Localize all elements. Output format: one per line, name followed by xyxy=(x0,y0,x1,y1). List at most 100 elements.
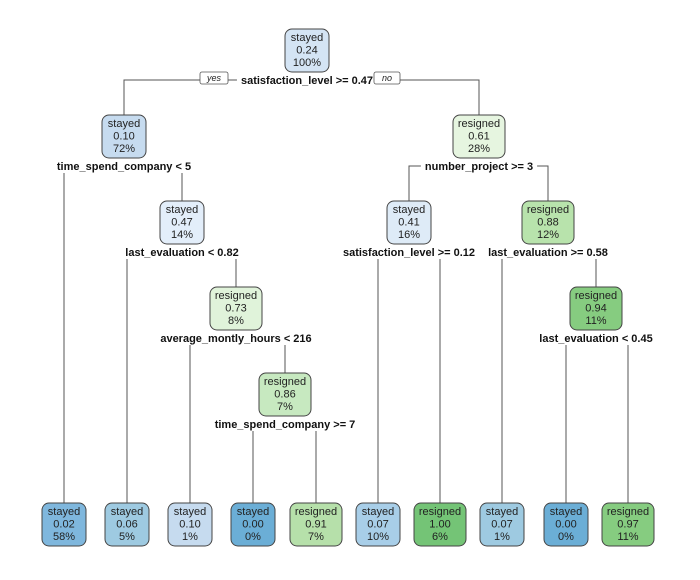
tree-node-n10: stayed0.101% xyxy=(167,502,213,547)
node-probability: 0.94 xyxy=(585,303,606,315)
tree-node-n18: stayed0.000% xyxy=(543,502,589,547)
node-probability: 0.07 xyxy=(367,519,388,531)
tree-node-n17: resigned0.9411% xyxy=(569,286,623,331)
decision-tree-diagram: satisfaction_level >= 0.47 time_spend_com… xyxy=(41,28,657,547)
node-class-label: resigned xyxy=(458,118,500,130)
node-class-label: stayed xyxy=(48,506,80,518)
tree-edges xyxy=(63,79,629,503)
edge-n7-n16 xyxy=(501,251,548,503)
node-class-label: stayed xyxy=(111,506,143,518)
edge-n6-n14 xyxy=(377,251,409,503)
tree-node-n6: stayed0.4116% xyxy=(386,200,432,245)
node-percentage: 6% xyxy=(432,531,448,543)
edge-n11-n12 xyxy=(252,423,285,503)
node-percentage: 11% xyxy=(585,315,606,327)
split-rule-n17: last_evaluation < 0.45 xyxy=(539,333,652,345)
node-percentage: 12% xyxy=(537,229,559,241)
edge-n17-n18 xyxy=(565,337,596,503)
node-probability: 0.86 xyxy=(274,389,295,401)
yes-label: yes xyxy=(199,71,229,85)
node-probability: 0.06 xyxy=(116,519,137,531)
node-percentage: 7% xyxy=(277,401,293,413)
tree-node-n1: stayed0.24100% xyxy=(284,28,330,73)
tree-node-n3: resigned0.6128% xyxy=(452,114,506,159)
edge-n11-n13 xyxy=(285,423,317,503)
node-probability: 0.47 xyxy=(171,217,192,229)
tree-node-n2: stayed0.1072% xyxy=(101,114,147,159)
node-class-label: stayed xyxy=(174,506,206,518)
yes-label-text: yes xyxy=(206,73,222,83)
node-class-label: stayed xyxy=(393,204,425,216)
split-rule-n3: number_project >= 3 xyxy=(425,161,533,173)
node-probability: 0.02 xyxy=(53,519,74,531)
split-rule-n5: last_evaluation < 0.82 xyxy=(125,247,238,259)
tree-node-n16: stayed0.071% xyxy=(479,502,525,547)
node-class-label: stayed xyxy=(166,204,198,216)
node-class-label: resigned xyxy=(419,506,461,518)
node-percentage: 11% xyxy=(617,531,638,543)
node-percentage: 7% xyxy=(308,531,324,543)
node-probability: 0.00 xyxy=(242,519,263,531)
edge-n5-n8 xyxy=(126,251,182,503)
node-probability: 0.88 xyxy=(537,217,558,229)
no-label-text: no xyxy=(382,73,392,83)
split-rule-n11: time_spend_company >= 7 xyxy=(215,419,356,431)
no-label: no xyxy=(373,71,401,85)
tree-node-n8: stayed0.065% xyxy=(104,502,150,547)
node-percentage: 8% xyxy=(228,315,244,327)
node-class-label: stayed xyxy=(237,506,269,518)
tree-node-n5: stayed0.4714% xyxy=(159,200,205,245)
tree-node-n9: resigned0.738% xyxy=(209,286,263,331)
tree-node-n15: resigned1.006% xyxy=(413,502,467,547)
node-probability: 0.97 xyxy=(617,519,638,531)
node-class-label: resigned xyxy=(295,506,337,518)
node-class-label: resigned xyxy=(264,376,306,388)
node-probability: 0.10 xyxy=(113,131,134,143)
split-rule-n6: satisfaction_level >= 0.12 xyxy=(343,247,475,259)
node-percentage: 28% xyxy=(468,143,490,155)
node-percentage: 100% xyxy=(293,57,321,69)
node-class-label: resigned xyxy=(215,290,257,302)
node-class-label: stayed xyxy=(291,32,323,44)
split-rule-n2: time_spend_company < 5 xyxy=(57,161,191,173)
split-rule-n9: average_montly_hours < 216 xyxy=(160,333,311,345)
node-class-label: stayed xyxy=(362,506,394,518)
node-probability: 0.73 xyxy=(225,303,246,315)
tree-node-n4: stayed0.0258% xyxy=(41,502,87,547)
tree-node-n19: resigned0.9711% xyxy=(601,502,655,547)
node-probability: 0.41 xyxy=(398,217,419,229)
tree-node-n11: resigned0.867% xyxy=(258,372,312,417)
node-percentage: 5% xyxy=(119,531,135,543)
node-probability: 0.00 xyxy=(555,519,576,531)
node-class-label: stayed xyxy=(486,506,518,518)
node-probability: 0.24 xyxy=(296,45,317,57)
node-probability: 0.10 xyxy=(179,519,200,531)
split-rule-n7: last_evaluation >= 0.58 xyxy=(488,247,608,259)
node-class-label: resigned xyxy=(607,506,649,518)
node-percentage: 0% xyxy=(558,531,574,543)
split-rule-n1: satisfaction_level >= 0.47 xyxy=(241,75,373,87)
tree-node-n14: stayed0.0710% xyxy=(355,502,401,547)
node-percentage: 1% xyxy=(182,531,198,543)
tree-node-n12: stayed0.000% xyxy=(230,502,276,547)
edge-n2-n4 xyxy=(63,165,124,503)
node-percentage: 72% xyxy=(113,143,135,155)
node-class-label: stayed xyxy=(550,506,582,518)
node-percentage: 16% xyxy=(398,229,420,241)
node-probability: 1.00 xyxy=(429,519,450,531)
node-percentage: 0% xyxy=(245,531,261,543)
tree-nodes: stayed0.24100%stayed0.1072%resigned0.612… xyxy=(41,28,655,547)
node-class-label: resigned xyxy=(575,290,617,302)
edge-n6-n15 xyxy=(409,251,441,503)
node-percentage: 58% xyxy=(53,531,75,543)
tree-node-n13: resigned0.917% xyxy=(289,502,343,547)
node-percentage: 10% xyxy=(367,531,389,543)
node-class-label: stayed xyxy=(108,118,140,130)
node-percentage: 1% xyxy=(494,531,510,543)
tree-node-n7: resigned0.8812% xyxy=(521,200,575,245)
node-percentage: 14% xyxy=(171,229,193,241)
node-probability: 0.91 xyxy=(305,519,326,531)
edge-n17-n19 xyxy=(596,337,629,503)
node-class-label: resigned xyxy=(527,204,569,216)
node-probability: 0.07 xyxy=(491,519,512,531)
